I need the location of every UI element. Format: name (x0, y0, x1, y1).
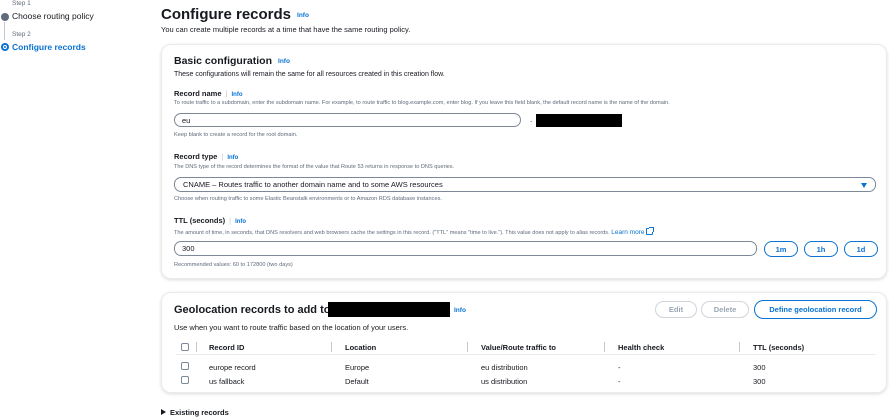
ttl-description: The amount of time, in seconds, that DNS… (174, 227, 655, 236)
record-type-label-text: Record type (174, 152, 218, 161)
delete-button[interactable]: Delete (701, 301, 749, 318)
record-name-value: eu (182, 115, 191, 125)
record-type-hint: Choose when routing traffic to some Elas… (174, 196, 442, 202)
cell-value: eu distribution (481, 363, 528, 372)
basic-info-link[interactable]: Info (278, 58, 290, 65)
edit-button[interactable]: Edit (655, 301, 697, 318)
caret-right-icon (161, 409, 166, 415)
record-name-dot: . (530, 115, 533, 124)
table-row[interactable]: us fallback Default us distribution - 30… (176, 373, 876, 387)
geolocation-info-link[interactable]: Info (454, 307, 466, 314)
basic-configuration-title-text: Basic configuration (174, 55, 273, 67)
record-name-description: To route traffic to a subdomain, enter t… (174, 100, 670, 106)
column-divider (467, 342, 468, 352)
basic-configuration-description: These configurations will remain the sam… (174, 71, 445, 78)
step-2-active-dot-icon (1, 43, 9, 51)
column-ttl[interactable]: TTL (seconds) (753, 343, 804, 352)
define-geolocation-record-button[interactable]: Define geolocation record (754, 300, 877, 319)
row-checkbox[interactable] (181, 362, 189, 370)
ttl-value: 300 (182, 244, 195, 253)
cell-ttl: 300 (753, 377, 766, 386)
page-description: You can create multiple records at a tim… (161, 25, 411, 34)
redacted-domain-name (536, 114, 622, 127)
step-1-dot-icon (1, 13, 9, 21)
ttl-1m-button[interactable]: 1m (764, 241, 798, 257)
record-type-selected-value: CNAME – Routes traffic to another domain… (183, 180, 443, 189)
ttl-label-text: TTL (seconds) (174, 216, 226, 225)
row-checkbox[interactable] (181, 376, 189, 384)
caret-down-icon (861, 183, 867, 188)
step-1-label: Step 1 (12, 0, 31, 7)
step-2-label: Step 2 (12, 31, 31, 38)
existing-records-label: Existing records (170, 408, 229, 417)
ttl-learn-more-text: Learn more (611, 229, 645, 236)
record-name-input[interactable]: eu (174, 113, 521, 127)
record-name-info-link[interactable]: Info (231, 92, 242, 98)
page-info-link[interactable]: Info (297, 12, 309, 19)
step-connector (4, 22, 5, 40)
ttl-hint: Recommended values: 60 to 172800 (two da… (174, 262, 293, 268)
ttl-label: TTL (seconds) | Info (174, 216, 247, 225)
cell-record-id: us fallback (209, 377, 245, 386)
record-name-hint: Keep blank to create a record for the ro… (174, 132, 298, 138)
ttl-1h-button[interactable]: 1h (804, 241, 838, 257)
column-divider (331, 342, 332, 352)
select-all-checkbox[interactable] (181, 343, 189, 351)
record-name-label: Record name | Info (174, 89, 243, 98)
redacted-hosted-zone-name (328, 302, 450, 317)
cell-health-check: - (618, 377, 621, 386)
cell-record-id: europe record (209, 363, 256, 372)
basic-configuration-panel: Basic configuration Info These configurat… (161, 44, 887, 279)
ttl-info-link[interactable]: Info (235, 219, 246, 225)
column-divider (196, 342, 197, 352)
record-type-info-link[interactable]: Info (227, 155, 238, 161)
step-2-title[interactable]: Configure records (12, 42, 86, 52)
geolocation-records-panel: Geolocation records to add to Info Use w… (161, 292, 887, 393)
column-record-id[interactable]: Record ID (209, 343, 244, 352)
column-health-check[interactable]: Health check (618, 343, 664, 352)
column-divider (739, 342, 740, 352)
page-title: Configure records Info (161, 6, 309, 23)
column-value[interactable]: Value/Route traffic to (481, 343, 556, 352)
external-link-icon (646, 227, 655, 235)
existing-records-expander[interactable]: Existing records (161, 408, 229, 417)
record-type-label: Record type | Info (174, 152, 239, 161)
ttl-learn-more-link[interactable]: Learn more (611, 227, 655, 236)
record-type-select[interactable]: CNAME – Routes traffic to another domain… (174, 177, 876, 192)
geolocation-table-header: Record ID Location Value/Route traffic t… (176, 341, 876, 355)
record-name-label-text: Record name (174, 89, 222, 98)
table-row[interactable]: europe record Europe eu distribution - 3… (176, 359, 876, 373)
geolocation-title: Geolocation records to add to (174, 304, 331, 316)
step-1-title[interactable]: Choose routing policy (12, 11, 94, 21)
geolocation-description: Use when you want to route traffic based… (174, 323, 409, 332)
ttl-input[interactable]: 300 (174, 241, 757, 256)
column-location[interactable]: Location (345, 343, 376, 352)
cell-location: Europe (345, 363, 370, 372)
page-title-text: Configure records (161, 6, 292, 23)
basic-configuration-title: Basic configuration Info (174, 55, 290, 67)
ttl-1d-button[interactable]: 1d (844, 241, 878, 257)
cell-location: Default (345, 377, 369, 386)
record-type-description: The DNS type of the record determines th… (174, 164, 455, 170)
cell-value: us distribution (481, 377, 528, 386)
cell-health-check: - (618, 363, 621, 372)
column-divider (604, 342, 605, 352)
ttl-description-text: The amount of time, in seconds, that DNS… (174, 230, 610, 236)
cell-ttl: 300 (753, 363, 766, 372)
